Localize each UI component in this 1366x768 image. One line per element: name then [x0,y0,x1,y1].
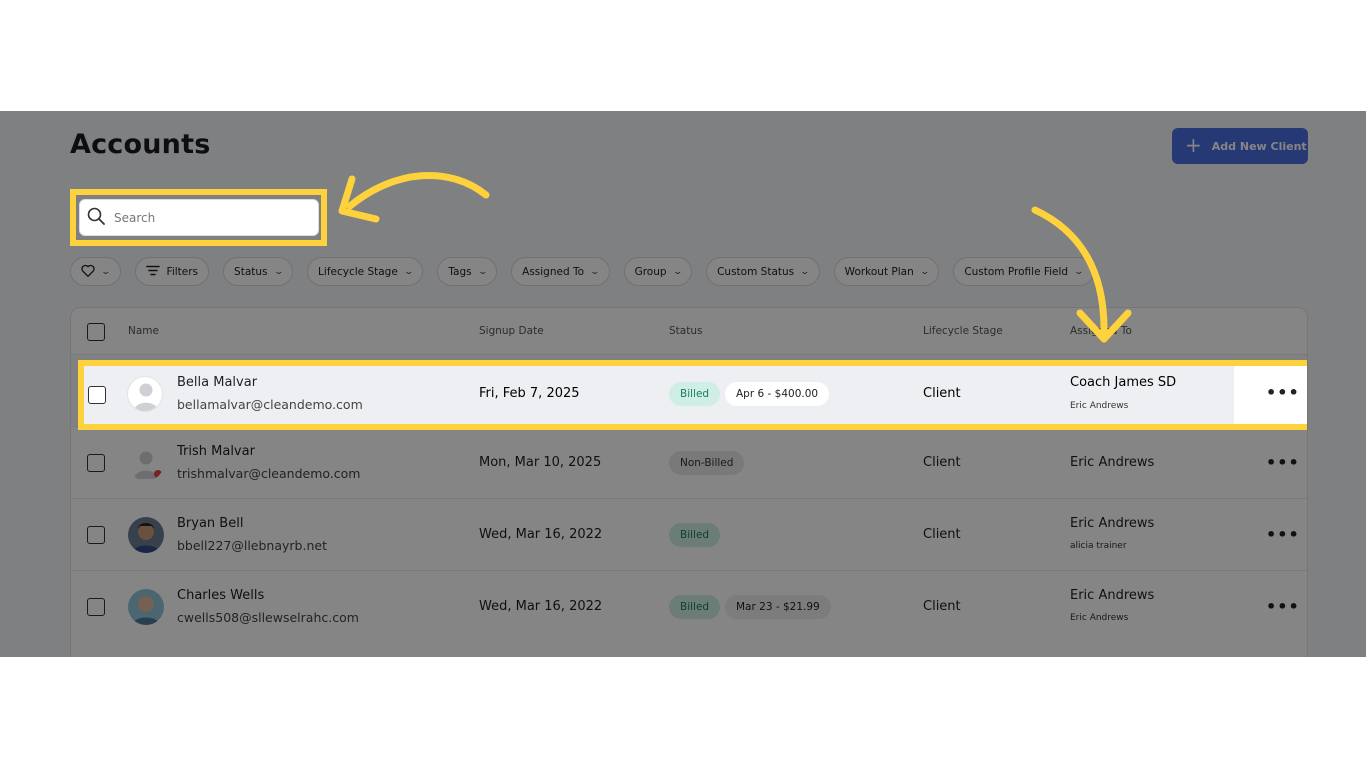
column-header-signup-date[interactable]: Signup Date [479,325,544,337]
client-email: cwells508@sllewselrahc.com [177,610,359,625]
client-name[interactable]: Bella Malvar [177,375,257,390]
signup-date: Wed, Mar 16, 2022 [479,527,603,542]
filters-label: Filters [166,265,199,278]
search-icon [86,206,106,230]
signup-date: Wed, Mar 16, 2022 [479,599,603,614]
lifecycle-stage-filter[interactable]: Lifecycle Stage ⌄ [307,257,424,286]
table-row[interactable]: Trish Malvar trishmalvar@cleandemo.com M… [71,426,1307,498]
chevron-down-icon: ⌄ [919,266,930,277]
signup-date: Fri, Feb 7, 2025 [479,386,580,401]
filters-button[interactable]: Filters [134,257,210,286]
more-actions-icon[interactable]: ••• [1266,453,1300,472]
page-title: Accounts [70,129,211,160]
status-badge: Billed [669,382,721,406]
search-input[interactable] [114,210,294,225]
chevron-down-icon: ⌄ [799,266,811,277]
assigned-to: Eric Andrews [1070,455,1155,470]
avatar [128,445,164,481]
status-badge: Non-Billed [669,451,745,475]
more-actions-icon[interactable]: ••• [1266,597,1300,616]
assigned-to-secondary: Eric Andrews [1070,401,1129,411]
column-header-lifecycle-stage[interactable]: Lifecycle Stage [923,325,1003,337]
status-badge: Billed [669,595,721,619]
row-checkbox[interactable] [87,454,105,472]
chevron-down-icon: ⌄ [672,266,683,277]
client-email: bbell227@llebnayrb.net [177,538,327,553]
row-checkbox[interactable] [87,598,105,616]
select-all-checkbox[interactable] [87,323,105,341]
lifecycle-stage: Client [923,455,961,470]
chevron-down-icon: ⌄ [272,266,284,277]
tags-filter[interactable]: Tags ⌄ [437,257,498,286]
lifecycle-stage: Client [923,599,961,614]
avatar [128,589,164,625]
lifecycle-stage-filter-label: Lifecycle Stage [318,265,398,278]
assigned-to-filter-label: Assigned To [522,265,585,278]
favorites-filter[interactable]: ⌄ [70,257,121,286]
chevron-down-icon: ⌄ [477,266,488,277]
lifecycle-stage: Client [923,527,961,542]
workout-plan-filter[interactable]: Workout Plan ⌄ [833,257,940,286]
custom-profile-field-filter[interactable]: Custom Profile Field ⌄ [953,257,1094,286]
client-name[interactable]: Trish Malvar [177,444,255,459]
table-row[interactable]: Bryan Bell bbell227@llebnayrb.net Wed, M… [71,498,1307,570]
custom-status-filter-label: Custom Status [717,265,795,278]
status-filter[interactable]: Status ⌄ [223,257,294,286]
more-actions-icon[interactable]: ••• [1266,525,1300,544]
row-checkbox[interactable] [88,386,106,404]
chevron-down-icon: ⌄ [589,266,601,277]
column-header-name[interactable]: Name [128,325,159,337]
custom-profile-field-filter-label: Custom Profile Field [964,265,1069,278]
add-new-client-button[interactable]: + Add New Client [1172,128,1308,164]
assigned-to-filter[interactable]: Assigned To ⌄ [511,257,610,286]
chevron-down-icon: ⌄ [1073,266,1085,277]
group-filter-label: Group [634,265,667,278]
arrow-to-search [346,171,490,210]
table-row-highlighted[interactable]: Bella Malvar bellamalvar@cleandemo.com F… [78,360,1307,430]
client-email: bellamalvar@cleandemo.com [177,397,363,412]
tags-filter-label: Tags [448,265,472,278]
custom-status-filter[interactable]: Custom Status ⌄ [706,257,820,286]
signup-date: Mon, Mar 10, 2025 [479,455,602,470]
plan-badge: Mar 23 - $21.99 [725,595,831,619]
assigned-to: Eric Andrews [1070,588,1155,603]
status-filter-label: Status [234,265,268,278]
assigned-to-secondary: alicia trainer [1070,541,1127,551]
more-actions-icon[interactable]: ••• [1266,383,1300,402]
assigned-to: Eric Andrews [1070,516,1155,531]
heart-icon [81,264,95,280]
filter-icon [145,265,160,279]
assigned-to: Coach James SD [1070,375,1177,390]
table-row[interactable]: Charles Wells cwells508@sllewselrahc.com… [71,570,1307,642]
row-checkbox[interactable] [87,526,105,544]
chevron-down-icon: ⌄ [403,266,414,277]
client-name[interactable]: Charles Wells [177,588,264,603]
lifecycle-stage: Client [923,386,961,401]
plus-icon: + [1185,133,1202,157]
client-name[interactable]: Bryan Bell [177,516,243,531]
accounts-page: Accounts + Add New Client ⌄ Filters Stat… [0,111,1366,657]
arrow-to-search-head [338,175,380,223]
add-new-client-label: Add New Client [1211,139,1307,153]
workout-plan-filter-label: Workout Plan [844,265,914,278]
status-badge: Billed [669,523,721,547]
assigned-to-secondary: Eric Andrews [1070,613,1129,623]
table-header: Name Signup Date Status Lifecycle Stage … [71,308,1307,354]
chevron-down-icon: ⌄ [100,266,112,277]
avatar [127,376,163,412]
plan-badge: Apr 6 - $400.00 [725,382,830,406]
filter-bar: ⌄ Filters Status ⌄ Lifecycle Stage ⌄ Tags ⌄… [70,257,1094,286]
group-filter[interactable]: Group ⌄ [623,257,693,286]
column-header-status[interactable]: Status [669,325,702,337]
search-box[interactable] [79,199,319,236]
client-email: trishmalvar@cleandemo.com [177,466,361,481]
avatar [128,517,164,553]
column-header-assigned-to[interactable]: Assigned To [1070,325,1132,337]
